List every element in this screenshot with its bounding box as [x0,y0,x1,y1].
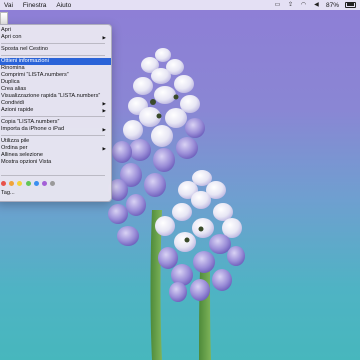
chevron-right-icon: ▶ [102,146,106,151]
menu-item-importa-iphone[interactable]: Importa da iPhone o iPad ▶ [0,126,111,133]
menu-item-sposta-cestino[interactable]: Sposta nel Cestino [0,46,111,53]
menu-item-azioni-rapide[interactable]: Azioni rapide ▶ [0,107,111,114]
battery-percent[interactable]: 87% [326,2,339,9]
menu-item-allinea-selezione[interactable]: Allinea selezione [0,152,111,159]
upload-icon[interactable]: ⇪ [287,2,294,8]
volume-icon[interactable]: ◀ [313,2,320,8]
menu-item-apri-con[interactable]: Apri con ▶ [0,34,111,41]
tag-color-orange[interactable] [9,181,15,186]
menu-item-tag[interactable]: Tag... [0,190,111,197]
wifi-icon[interactable]: ◠ [300,2,307,8]
menu-separator [1,116,105,117]
menu-separator [1,175,105,176]
menu-item-ordina-per[interactable]: Ordina per ▶ [0,145,111,152]
chevron-right-icon: ▶ [102,108,106,113]
tag-color-red[interactable] [1,181,6,186]
menu-item-condividi[interactable]: Condividi ▶ [0,100,111,107]
menu-item-copia[interactable]: Copia “LISTA.numbers” [0,119,111,126]
chevron-right-icon: ▶ [102,127,106,132]
menu-item-comprimi[interactable]: Comprimi “LISTA.numbers” [0,72,111,79]
menu-item-rinomina[interactable]: Rinomina [0,65,111,72]
menu-separator [1,43,105,44]
tag-color-purple[interactable] [41,181,47,186]
menu-item-apri[interactable]: Apri [0,27,111,34]
menu-item-utilizza-pile[interactable]: Utilizza pile [0,138,111,145]
battery-icon[interactable] [345,1,356,9]
tag-color-gray[interactable] [50,181,56,186]
menu-separator [1,55,105,56]
menu-item-crea-alias[interactable]: Crea alias [0,86,111,93]
menu-bar: Vai Finestra Aiuto ▭ ⇪ ◠ ◀ 87% [0,0,360,10]
tag-color-blue[interactable] [33,181,39,186]
menu-finestra[interactable]: Finestra [23,2,46,9]
tag-colors [1,181,56,186]
menu-item-mostra-opzioni-vista[interactable]: Mostra opzioni Vista [0,159,111,166]
menu-item-visualizzazione-rapida[interactable]: Visualizzazione rapida “LISTA.numbers” [0,93,111,100]
menu-item-ottieni-informazioni[interactable]: Ottieni informazioni [0,58,111,65]
chevron-right-icon: ▶ [102,35,106,40]
menu-vai[interactable]: Vai [4,2,13,9]
display-icon[interactable]: ▭ [274,2,281,8]
context-menu: Apri Apri con ▶ Sposta nel Cestino Ottien… [0,24,112,202]
chevron-right-icon: ▶ [102,101,106,106]
menu-separator [1,135,105,136]
tag-color-yellow[interactable] [17,181,23,186]
menu-aiuto[interactable]: Aiuto [56,2,71,9]
menu-item-duplica[interactable]: Duplica [0,79,111,86]
tag-color-green[interactable] [25,181,31,186]
